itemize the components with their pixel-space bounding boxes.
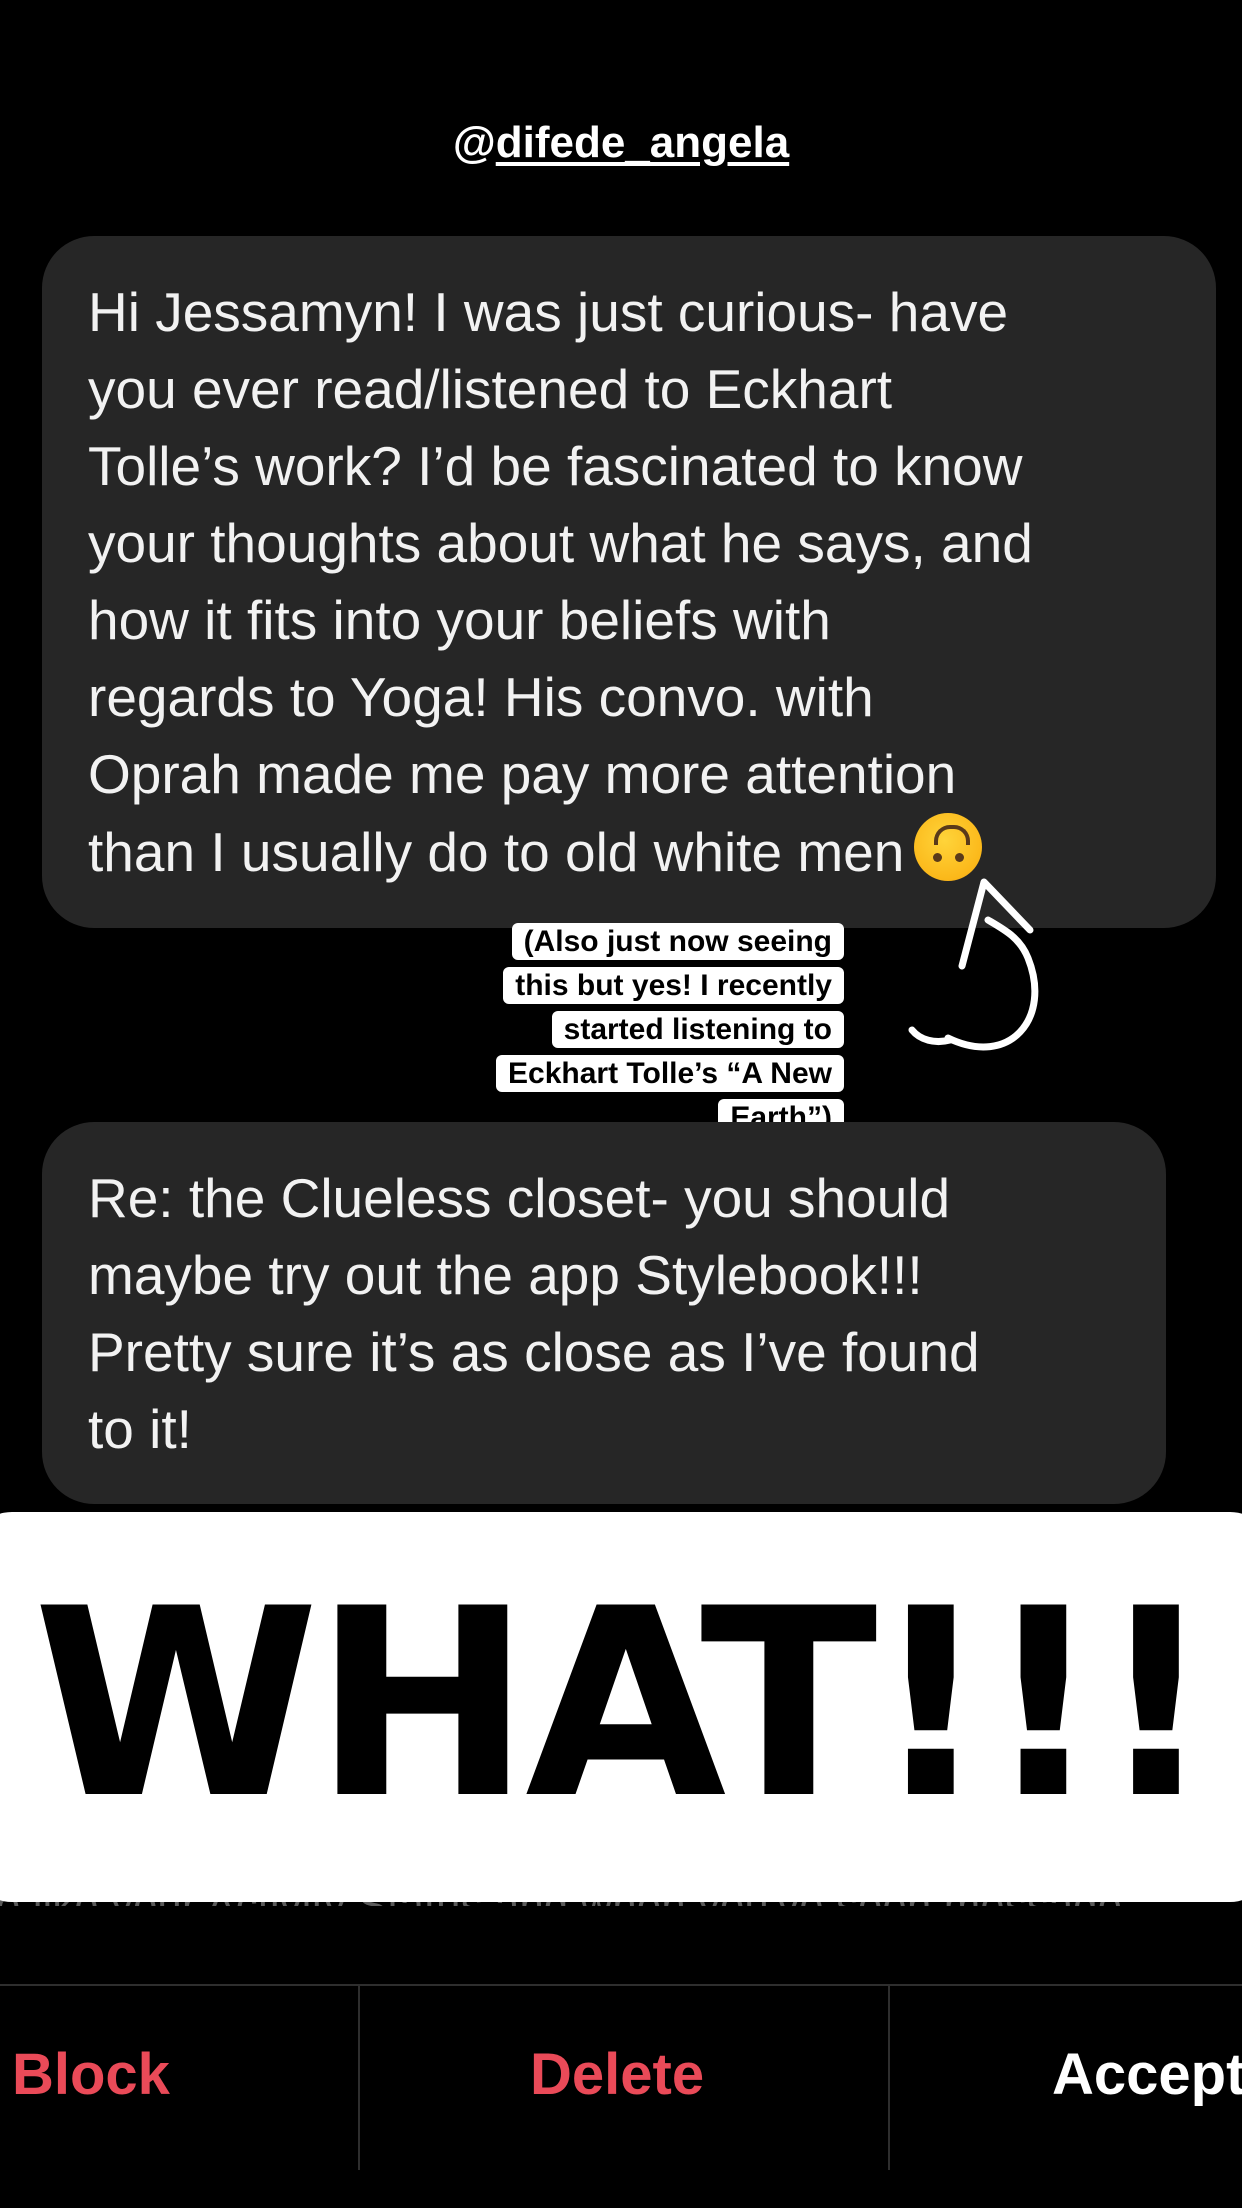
accept-button[interactable]: Accept bbox=[1052, 2040, 1242, 2110]
message-line: how it fits into your beliefs with bbox=[88, 589, 831, 651]
mention-at: @ bbox=[452, 118, 496, 167]
overlay-text: WHAT!!! bbox=[32, 1554, 1216, 1856]
action-separator bbox=[888, 1986, 890, 2170]
mention-handle[interactable]: difede_angela bbox=[496, 118, 789, 167]
hand-drawn-arrow-icon bbox=[908, 878, 1039, 1051]
block-button[interactable]: Block bbox=[12, 2040, 170, 2110]
message-line: Pretty sure it’s as close as I’ve found bbox=[88, 1321, 980, 1383]
sticker-line: Eckhart Tolle’s “A New bbox=[496, 1055, 844, 1092]
message-line: Oprah made me pay more attention bbox=[88, 743, 957, 805]
message-line: you ever read/listened to Eckhart bbox=[88, 358, 893, 420]
message-line: Tolle’s work? I’d be fascinated to know bbox=[88, 435, 1023, 497]
delete-button[interactable]: Delete bbox=[530, 2040, 704, 2110]
message-line: maybe try out the app Stylebook!!! bbox=[88, 1244, 923, 1306]
sticker-line: (Also just now seeing bbox=[511, 923, 844, 960]
message-line: regards to Yoga! His convo. with bbox=[88, 666, 874, 728]
message-line: Re: the Clueless closet- you should bbox=[88, 1167, 951, 1229]
message-bubble: Hi Jessamyn! I was just curious- have yo… bbox=[42, 236, 1216, 928]
message-line: to it! bbox=[88, 1398, 192, 1460]
sticker-line: this but yes! I recently bbox=[503, 967, 844, 1004]
sticker-line: started listening to bbox=[551, 1011, 844, 1048]
story-mention[interactable]: @difede_angela bbox=[0, 118, 1242, 168]
action-bar-divider bbox=[0, 1984, 1242, 1986]
action-separator bbox=[358, 1986, 360, 2170]
reply-text-sticker: (Also just now seeing this but yes! I re… bbox=[464, 920, 844, 1140]
message-line: your thoughts about what he says, and bbox=[88, 512, 1033, 574]
message-bubble: Re: the Clueless closet- you should mayb… bbox=[42, 1122, 1166, 1504]
message-line: Hi Jessamyn! I was just curious- have bbox=[88, 281, 1009, 343]
